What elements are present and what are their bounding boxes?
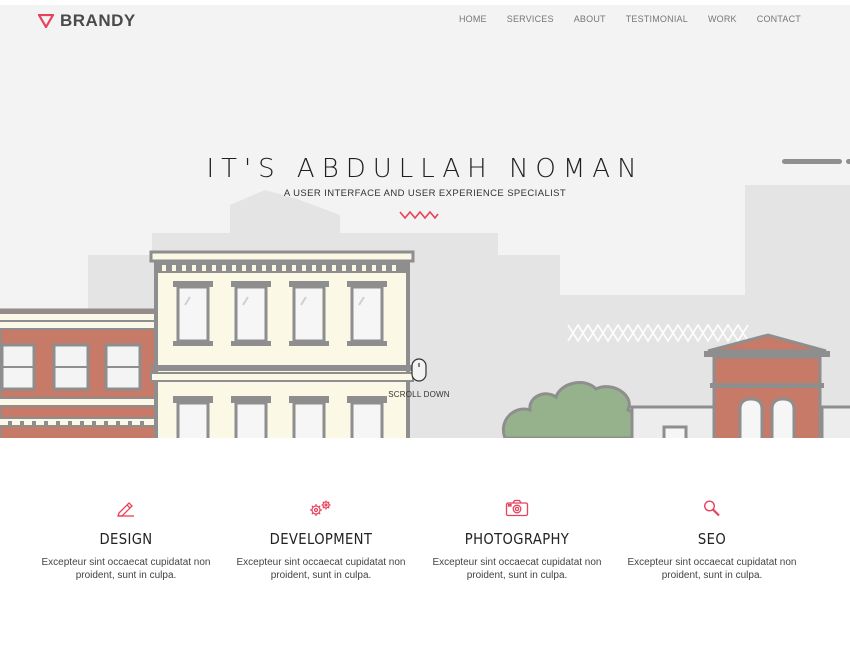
- hero-section: BRANDY HOME SERVICES ABOUT TESTIMONIAL W…: [0, 5, 850, 438]
- triangle-logo-icon: [38, 14, 54, 28]
- service-description: Excepteur sint occaecat cupidatat non pr…: [236, 557, 406, 581]
- service-description: Excepteur sint occaecat cupidatat non pr…: [627, 557, 797, 581]
- hero-title: IT'S ABDULLAH NOMAN: [206, 154, 644, 184]
- nav-home[interactable]: HOME: [459, 14, 487, 24]
- services-section: DESIGN Excepteur sint occaecat cupidatat…: [0, 438, 850, 660]
- service-description: Excepteur sint occaecat cupidatat non pr…: [41, 557, 211, 581]
- nav-testimonial[interactable]: TESTIMONIAL: [626, 14, 688, 24]
- pencil-icon: [117, 502, 134, 517]
- service-title: PHOTOGRAPHY: [464, 530, 570, 548]
- gears-icon: [310, 500, 331, 516]
- brand-name: BRANDY: [60, 11, 136, 30]
- mouse-scroll-icon[interactable]: [411, 358, 427, 382]
- service-design: DESIGN Excepteur sint occaecat cupidatat…: [28, 498, 224, 582]
- nav-services[interactable]: SERVICES: [507, 14, 554, 24]
- service-title: DESIGN: [99, 530, 153, 548]
- magnifier-icon: [703, 500, 720, 517]
- service-development: DEVELOPMENT Excepteur sint occaecat cupi…: [223, 498, 419, 582]
- scroll-down-label[interactable]: SCROLL DOWN: [369, 390, 469, 399]
- nav-about[interactable]: ABOUT: [574, 14, 606, 24]
- zigzag-divider-icon: [399, 210, 439, 220]
- main-nav: HOME SERVICES ABOUT TESTIMONIAL WORK CON…: [459, 14, 801, 24]
- service-photography: PHOTOGRAPHY Excepteur sint occaecat cupi…: [419, 498, 615, 582]
- service-description: Excepteur sint occaecat cupidatat non pr…: [432, 557, 602, 581]
- top-navbar: BRANDY HOME SERVICES ABOUT TESTIMONIAL W…: [0, 5, 850, 35]
- service-title: DEVELOPMENT: [269, 530, 373, 548]
- brand-logo[interactable]: BRANDY: [38, 11, 136, 30]
- hero-subtitle: A USER INTERFACE AND USER EXPERIENCE SPE…: [283, 188, 567, 199]
- nav-work[interactable]: WORK: [708, 14, 737, 24]
- camera-icon: [505, 499, 529, 517]
- service-title: SEO: [697, 530, 727, 548]
- nav-contact[interactable]: CONTACT: [757, 14, 801, 24]
- service-seo: SEO Excepteur sint occaecat cupidatat no…: [614, 498, 810, 582]
